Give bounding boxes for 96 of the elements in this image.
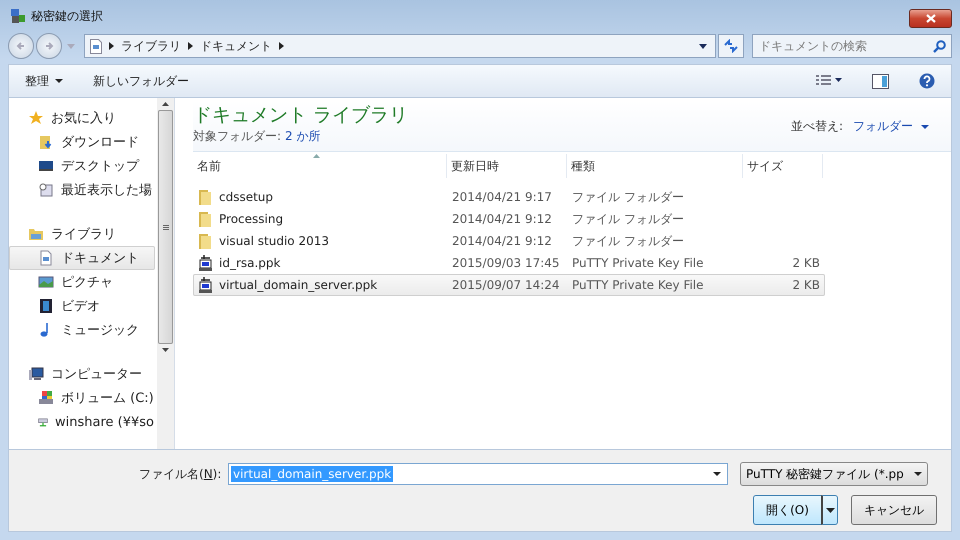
chevron-icon[interactable] [109, 42, 114, 50]
drive-icon [38, 390, 54, 406]
locations-link[interactable]: 2 か所 [285, 128, 320, 145]
document-icon [38, 250, 54, 266]
sort-dropdown[interactable]: フォルダー [851, 116, 931, 137]
list-view-icon [816, 75, 842, 87]
file-type: ファイル フォルダー [571, 210, 685, 228]
close-icon [926, 14, 936, 23]
sidebar-item[interactable]: デスクトップ [9, 154, 155, 178]
file-name: id_rsa.ppk [219, 256, 280, 270]
column-header[interactable]: 種類 [567, 154, 743, 178]
dropdown-caret-icon[interactable] [713, 472, 721, 476]
file-type: ファイル フォルダー [571, 188, 685, 206]
file-type: ファイル フォルダー [571, 232, 685, 250]
picture-icon [38, 274, 54, 290]
file-row[interactable]: Processing 2014/04/21 9:12 ファイル フォルダー [193, 208, 825, 230]
file-type-dropdown[interactable]: PuTTY 秘密鍵ファイル (*.pp [740, 462, 928, 486]
file-row[interactable]: cdssetup 2014/04/21 9:17 ファイル フォルダー [193, 186, 825, 208]
monitor-icon [38, 158, 54, 174]
organize-menu[interactable]: 整理 [19, 70, 69, 92]
modified-date: 2014/04/21 9:12 [451, 234, 553, 248]
back-arrow-icon [16, 41, 26, 51]
modified-date: 2015/09/07 14:24 [451, 278, 561, 292]
modified-date: 2014/04/21 9:12 [451, 212, 553, 226]
file-type: PuTTY Private Key File [571, 256, 705, 270]
scroll-down-arrow-icon[interactable] [162, 348, 169, 352]
column-header[interactable]: 更新日時 [447, 154, 567, 178]
computer-key-icon [198, 277, 212, 293]
sidebar-item[interactable]: ピクチャ [9, 270, 155, 294]
open-options-button[interactable] [821, 495, 838, 525]
star-icon [28, 110, 44, 126]
sort-label: 並べ替え: [790, 118, 843, 135]
computer-key-icon [198, 255, 212, 271]
breadcrumb-item[interactable]: ドキュメント [200, 38, 272, 54]
document-icon [90, 38, 102, 54]
dropdown-caret-icon[interactable] [699, 44, 707, 48]
scrollbar[interactable] [157, 98, 174, 449]
chevron-icon[interactable] [188, 42, 193, 50]
pane-icon [872, 74, 889, 88]
caret-icon [921, 124, 929, 128]
folder-icon [198, 233, 212, 249]
column-header[interactable]: サイズ [743, 154, 823, 178]
file-size: 2 KB [792, 256, 820, 270]
file-name: cdssetup [219, 190, 274, 204]
sidebar-item[interactable]: コンピューター [9, 362, 155, 386]
open-button[interactable]: 開く(O) [753, 495, 821, 525]
scroll-up-arrow-icon[interactable] [162, 102, 169, 106]
computer-icon [28, 366, 44, 382]
refresh-button[interactable] [718, 34, 744, 58]
sidebar-item[interactable]: お気に入り [9, 106, 155, 130]
sort-arrow-icon [313, 154, 320, 158]
sidebar-item[interactable]: ライブラリ [9, 222, 155, 246]
cancel-button[interactable]: キャンセル [851, 495, 937, 525]
file-row[interactable]: id_rsa.ppk 2015/09/03 17:45 PuTTY Private Key File 2 KB [193, 252, 825, 274]
file-name-label: ファイル名(N): [139, 466, 222, 482]
caret-icon [826, 508, 834, 512]
sidebar-item[interactable]: ドキュメント [9, 246, 155, 270]
folder-icon [198, 211, 212, 227]
modified-date: 2015/09/03 17:45 [451, 256, 561, 270]
file-name: virtual_domain_server.ppk [219, 278, 378, 292]
address-bar[interactable]: ライブラリ ドキュメント [84, 34, 716, 58]
modified-date: 2014/04/21 9:17 [451, 190, 553, 204]
film-icon [38, 298, 54, 314]
scrollbar-thumb[interactable] [158, 110, 173, 344]
sidebar-item[interactable]: winshare (¥¥so [9, 410, 155, 434]
library-folder-icon [28, 226, 44, 242]
download-folder-icon [38, 134, 54, 150]
close-button[interactable] [909, 9, 952, 28]
search-icon [933, 40, 946, 53]
file-name: Processing [219, 212, 284, 226]
forward-arrow-icon [44, 41, 54, 51]
new-folder-button[interactable]: 新しいフォルダー [87, 70, 195, 92]
subtitle-label: 対象フォルダー: [193, 128, 282, 145]
help-icon [919, 73, 935, 89]
recent-places-icon [38, 182, 54, 198]
file-type: PuTTY Private Key File [571, 278, 705, 292]
grip-icon [162, 224, 168, 230]
caret-icon [914, 472, 922, 476]
folder-icon [198, 189, 212, 205]
sidebar-item[interactable]: ミュージック [9, 318, 155, 342]
sidebar-item[interactable]: 最近表示した場 [9, 178, 155, 202]
refresh-arrows-icon [723, 39, 739, 53]
caret-icon [55, 79, 63, 83]
file-size: 2 KB [792, 278, 820, 292]
file-name: visual studio 2013 [219, 234, 330, 248]
library-title: ドキュメント ライブラリ [193, 103, 408, 128]
file-row[interactable]: virtual_domain_server.ppk 2015/09/07 14:24 PuTTY Private Key File 2 KB [193, 274, 825, 296]
sidebar-item[interactable]: ボリューム (C:) [9, 386, 155, 410]
search-field[interactable]: ドキュメントの検索 [752, 34, 952, 58]
sidebar-item[interactable]: ダウンロード [9, 130, 155, 154]
window-title: 秘密鍵の選択 [31, 8, 103, 24]
file-row[interactable]: visual studio 2013 2014/04/21 9:12 ファイル フォルダー [193, 230, 825, 252]
chevron-icon[interactable] [279, 42, 284, 50]
breadcrumb-item[interactable]: ライブラリ [121, 38, 181, 54]
sidebar-item[interactable]: ビデオ [9, 294, 155, 318]
key-lock-icon [10, 8, 26, 24]
